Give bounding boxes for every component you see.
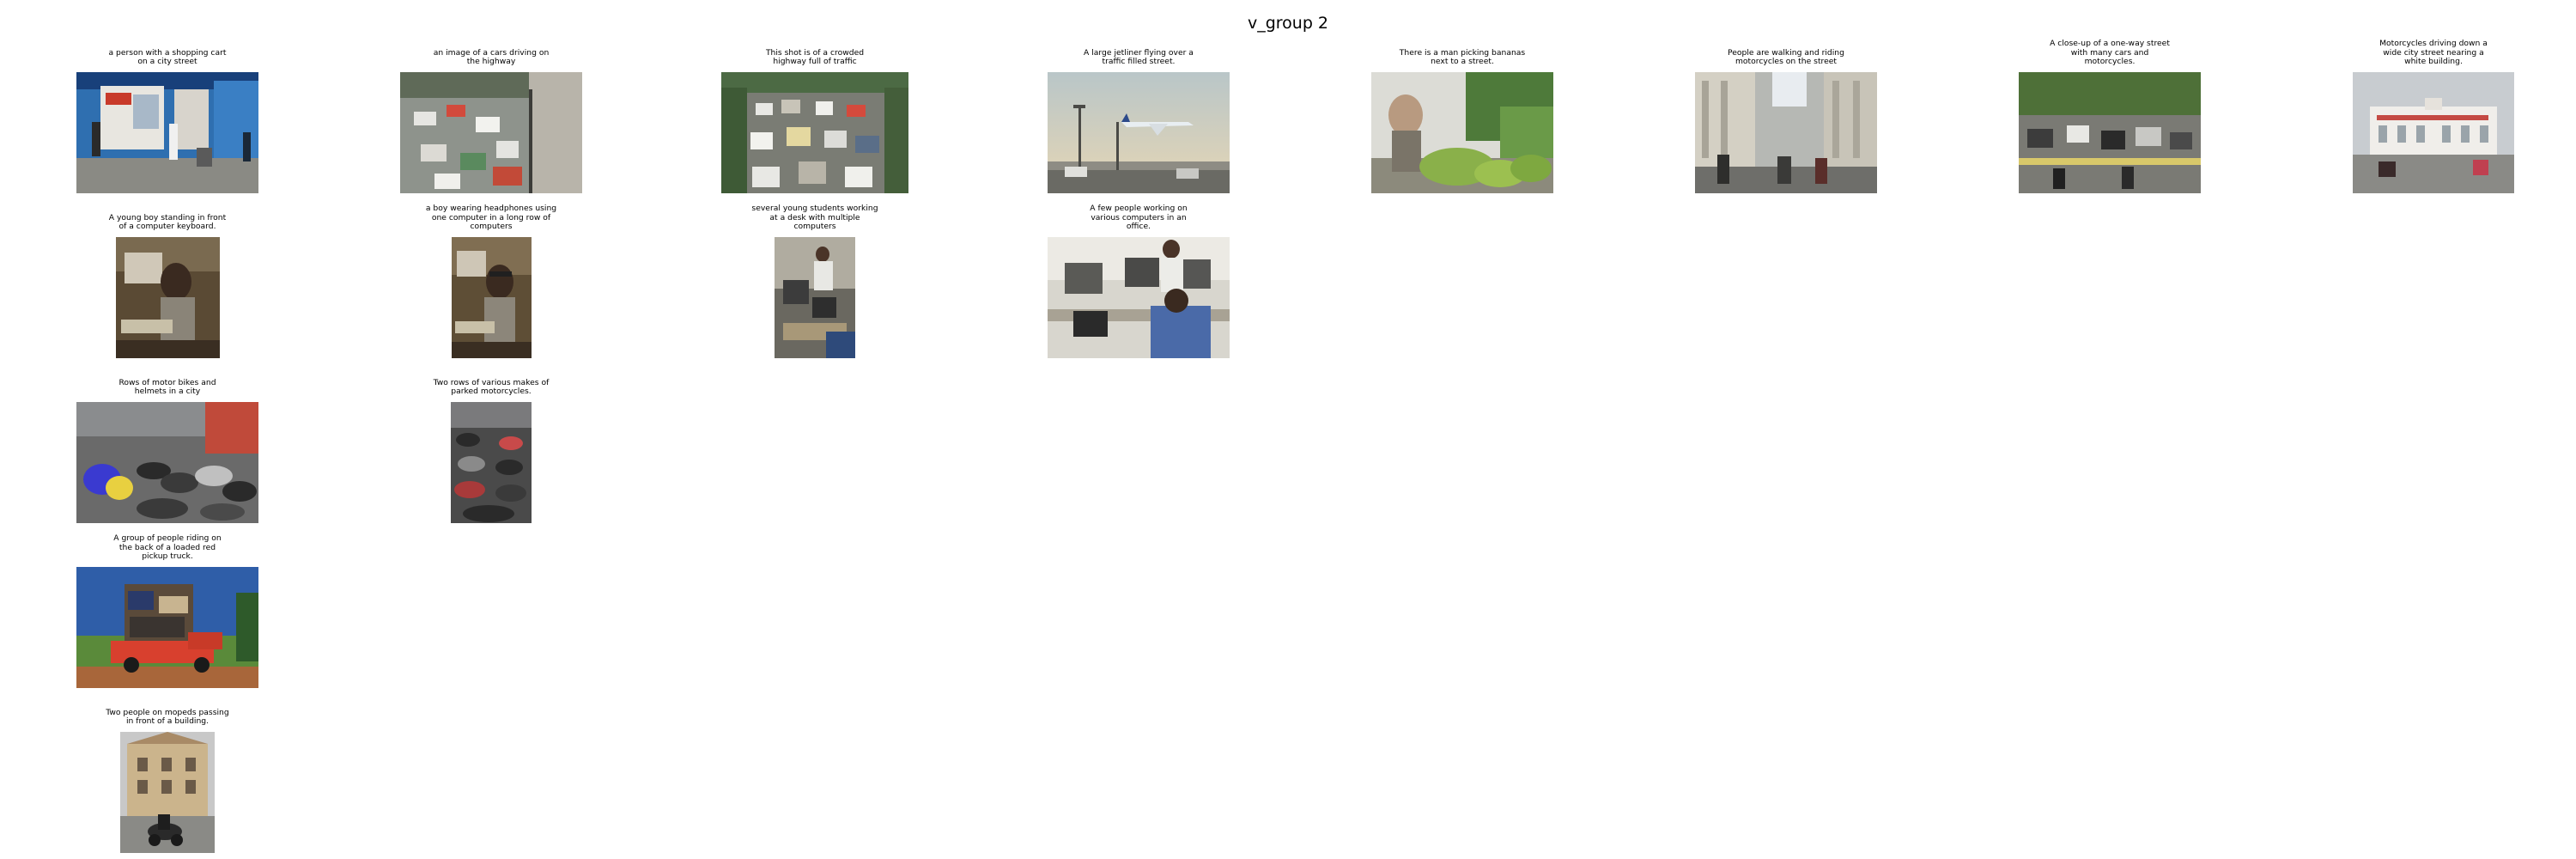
image-traffic <box>721 72 908 193</box>
image-caption: This shot is of a crowded highway full o… <box>765 47 865 67</box>
image-caption: several young students working at a desk… <box>751 204 878 232</box>
image-caption: People are walking and riding motorcycle… <box>1728 47 1844 67</box>
image-caption: Motorcycles driving down a wide city str… <box>2379 39 2488 67</box>
image-caption: Rows of motor bikes and helmets in a cit… <box>118 377 216 397</box>
image-jet <box>1048 72 1230 193</box>
image-boy-keyboard <box>116 237 220 358</box>
image-pickup <box>76 567 258 688</box>
image-oneway <box>2019 72 2201 193</box>
page-title: v_group 2 <box>1247 14 1329 33</box>
image-bikes-rows <box>76 402 258 523</box>
image-shop-street <box>76 72 258 193</box>
image-white-building <box>2353 72 2514 193</box>
image-office <box>1048 237 1230 358</box>
image-caption: Two rows of various makes of parked moto… <box>433 377 550 397</box>
image-parked-moto <box>451 402 532 523</box>
image-caption: A young boy standing in front of a compu… <box>108 212 227 232</box>
image-caption: a boy wearing headphones using one compu… <box>425 204 557 232</box>
image-caption: A close-up of a one-way street with many… <box>2050 39 2170 67</box>
image-students <box>775 237 855 358</box>
image-caption: a person with a shopping cart on a city … <box>108 47 227 67</box>
image-caption: A large jetliner flying over a traffic f… <box>1084 47 1194 67</box>
image-highway-cars <box>400 72 582 193</box>
image-street-walk <box>1695 72 1877 193</box>
image-boy-headphones <box>452 237 532 358</box>
image-caption: A few people working on various computer… <box>1090 204 1188 232</box>
image-caption: Two people on mopeds passing in front of… <box>106 707 229 727</box>
image-caption: There is a man picking bananas next to a… <box>1399 47 1526 67</box>
image-bananas <box>1371 72 1553 193</box>
image-mopeds <box>120 732 215 853</box>
image-caption: an image of a cars driving on the highwa… <box>433 47 550 67</box>
image-caption: A group of people riding on the back of … <box>113 533 222 562</box>
